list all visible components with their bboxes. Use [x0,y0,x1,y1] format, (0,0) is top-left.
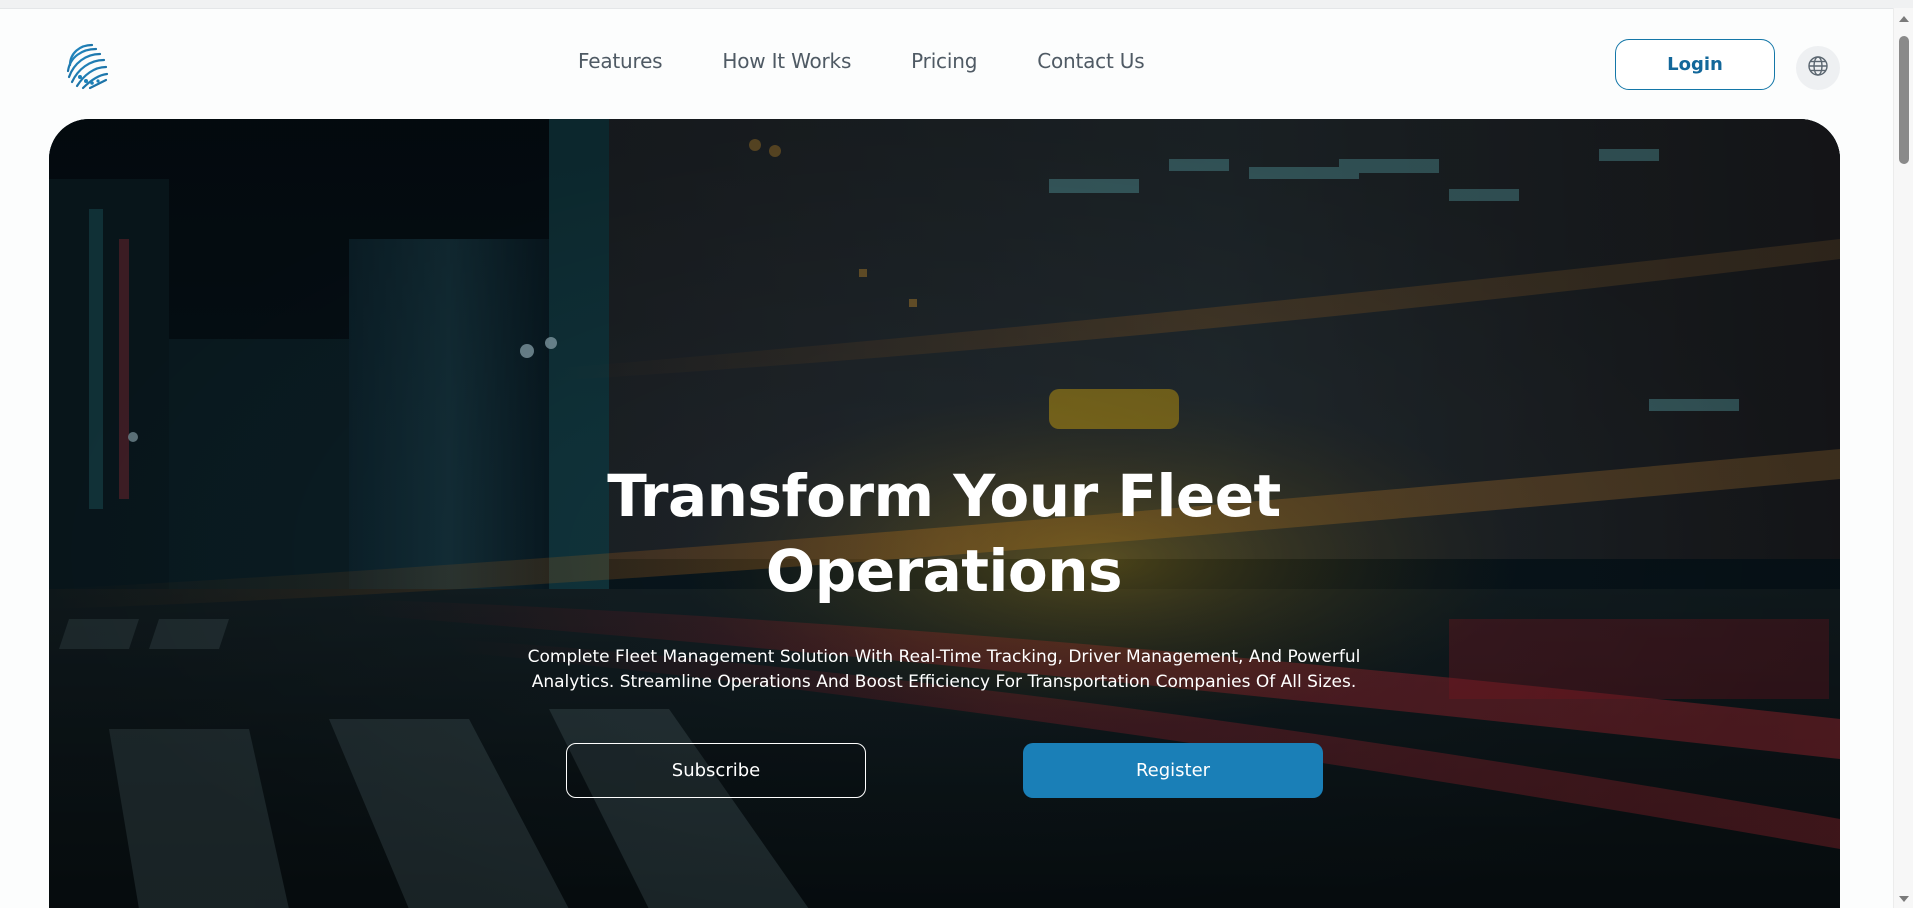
globe-icon [1807,55,1829,81]
scroll-down-arrow-icon[interactable] [1899,896,1909,902]
nav-features[interactable]: Features [578,49,663,73]
hero-subtitle: Complete Fleet Management Solution With … [444,645,1444,695]
brand-logo-icon[interactable] [60,37,116,93]
page: Features How It Works Pricing Contact Us… [0,8,1893,908]
nav-pricing[interactable]: Pricing [911,49,977,73]
login-button[interactable]: Login [1615,39,1775,90]
hero-title-line-1: Transform Your Fleet [607,462,1281,530]
hero-title-line-2: Operations [765,537,1123,605]
nav-contact-us[interactable]: Contact Us [1037,49,1144,73]
header: Features How It Works Pricing Contact Us… [0,9,1893,121]
subscribe-button[interactable]: Subscribe [566,743,866,798]
scrollbar-thumb[interactable] [1899,36,1909,164]
hero-title: Transform Your Fleet Operations [444,459,1444,609]
nav-how-it-works[interactable]: How It Works [722,49,851,73]
register-button[interactable]: Register [1023,743,1323,798]
hero-subtitle-line-1: Complete Fleet Management Solution With … [527,647,1361,667]
language-button[interactable] [1796,46,1840,90]
main-nav: Features How It Works Pricing Contact Us [578,49,1145,73]
hero-section: Transform Your Fleet Operations Complete… [49,119,1840,908]
vertical-scrollbar[interactable] [1893,8,1913,908]
scroll-up-arrow-icon[interactable] [1899,16,1909,22]
hero-subtitle-line-2: Analytics. Streamline Operations And Boo… [531,672,1357,692]
